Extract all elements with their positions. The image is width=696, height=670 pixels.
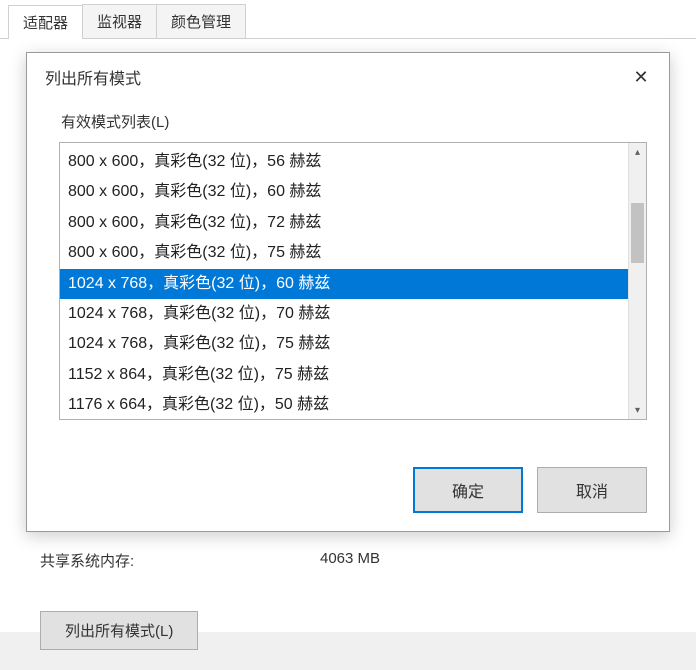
modes-listbox[interactable]: 800 x 600，真彩色(32 位)，56 赫兹800 x 600，真彩色(3… (60, 143, 628, 419)
tab-monitor[interactable]: 监视器 (82, 4, 157, 38)
tab-adapter[interactable]: 适配器 (8, 5, 83, 39)
valid-modes-label: 有效模式列表(L) (59, 111, 647, 132)
close-button[interactable]: ✕ (627, 63, 655, 91)
shared-system-memory-row: 共享系统内存: 4063 MB (40, 550, 656, 571)
modes-listbox-wrap: 800 x 600，真彩色(32 位)，56 赫兹800 x 600，真彩色(3… (59, 142, 647, 420)
list-item[interactable]: 1152 x 864，真彩色(32 位)，75 赫兹 (60, 360, 628, 390)
dialog-actions: 确定 取消 (27, 449, 669, 531)
dialog-body: 有效模式列表(L) 800 x 600，真彩色(32 位)，56 赫兹800 x… (27, 101, 669, 449)
list-item[interactable]: 800 x 600，真彩色(32 位)，72 赫兹 (60, 208, 628, 238)
scroll-up-arrow-icon[interactable]: ▴ (629, 143, 646, 161)
tab-color-management[interactable]: 颜色管理 (156, 4, 246, 38)
list-all-modes-button[interactable]: 列出所有模式(L) (40, 611, 198, 650)
shared-system-memory-label: 共享系统内存: (40, 550, 320, 571)
list-item[interactable]: 1176 x 664，真彩色(32 位)，50 赫兹 (60, 390, 628, 419)
scrollbar[interactable]: ▴ ▾ (628, 143, 646, 419)
tab-strip: 适配器 监视器 颜色管理 (0, 0, 696, 39)
list-item[interactable]: 800 x 600，真彩色(32 位)，60 赫兹 (60, 177, 628, 207)
list-item[interactable]: 1024 x 768，真彩色(32 位)，70 赫兹 (60, 299, 628, 329)
dialog-titlebar: 列出所有模式 ✕ (27, 53, 669, 101)
close-icon: ✕ (633, 67, 648, 88)
scroll-thumb[interactable] (631, 203, 644, 263)
cancel-button[interactable]: 取消 (537, 467, 647, 513)
list-all-modes-dialog: 列出所有模式 ✕ 有效模式列表(L) 800 x 600，真彩色(32 位)，5… (26, 52, 670, 532)
list-item[interactable]: 1024 x 768，真彩色(32 位)，75 赫兹 (60, 329, 628, 359)
ok-button[interactable]: 确定 (413, 467, 523, 513)
dialog-title: 列出所有模式 (45, 65, 141, 89)
list-item[interactable]: 800 x 600，真彩色(32 位)，75 赫兹 (60, 238, 628, 268)
shared-system-memory-value: 4063 MB (320, 550, 380, 571)
list-item[interactable]: 1024 x 768，真彩色(32 位)，60 赫兹 (60, 269, 628, 299)
scroll-down-arrow-icon[interactable]: ▾ (629, 401, 646, 419)
list-item[interactable]: 800 x 600，真彩色(32 位)，56 赫兹 (60, 147, 628, 177)
